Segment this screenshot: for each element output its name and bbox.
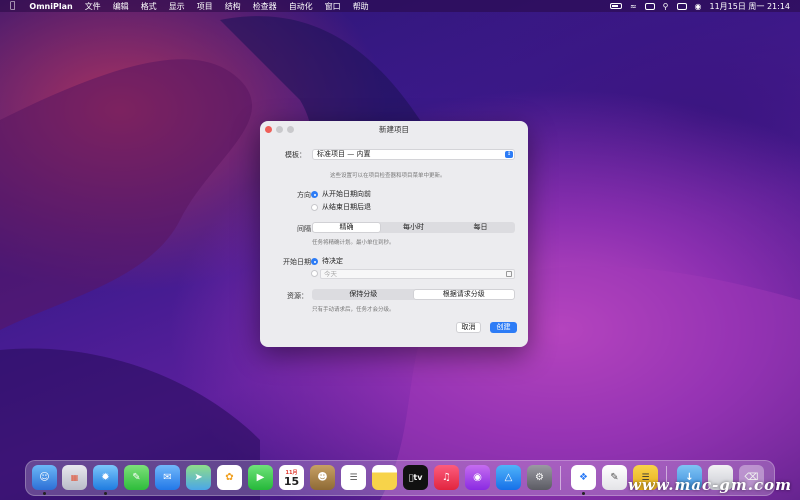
template-value: 标准项目 — 内置: [317, 150, 371, 158]
interval-daily-segment[interactable]: 每日: [447, 223, 514, 232]
close-button[interactable]: [265, 126, 272, 133]
template-label: 模板：: [285, 151, 306, 159]
radio-selected-icon: [311, 190, 318, 198]
running-indicator: [582, 492, 585, 495]
template-hint: 这些设置可以在项目检查器和项目菜单中更新。: [330, 173, 446, 179]
radio-selected-icon: [311, 257, 318, 265]
template-popup[interactable]: 标准项目 — 内置 ↕: [312, 149, 515, 160]
omniplan-icon[interactable]: ❖: [571, 465, 596, 490]
reminders-icon[interactable]: ☰: [341, 465, 366, 490]
mail-icon[interactable]: ✉: [155, 465, 180, 490]
menu-help[interactable]: 帮助: [353, 1, 369, 12]
interval-hourly-segment[interactable]: 每小时: [380, 223, 447, 232]
finder-icon[interactable]: ☺: [32, 465, 57, 490]
interval-hint: 任务将精确计划。最小单位到秒。: [312, 240, 395, 246]
resources-keep-leveled-segment[interactable]: 保持分级: [313, 290, 414, 299]
minimize-button[interactable]: [276, 126, 283, 133]
start-date-tbd-radio[interactable]: 待决定: [311, 256, 343, 266]
create-button[interactable]: 创建: [490, 322, 517, 333]
podcasts-icon[interactable]: ◉: [465, 465, 490, 490]
dialog-title: 新建项目: [379, 125, 409, 134]
new-project-dialog: 新建项目 模板： 标准项目 — 内置 ↕ 这些设置可以在项目检查器和项目菜单中更…: [260, 121, 528, 347]
menu-automation[interactable]: 自动化: [289, 1, 313, 12]
search-icon[interactable]: ⚲: [663, 2, 669, 11]
running-indicator: [104, 492, 107, 495]
dialog-titlebar: 新建项目: [260, 121, 528, 138]
launchpad-icon[interactable]: ▦: [62, 465, 87, 490]
direction-backward-radio[interactable]: 从结束日期后退: [311, 202, 371, 212]
resources-segmented-control: 保持分级 根据请求分级: [312, 289, 515, 300]
menu-app-name[interactable]: OmniPlan: [29, 2, 72, 11]
resources-hint: 只有手动请求后，任务才会分级。: [312, 307, 395, 313]
interval-label: 间隔：: [297, 225, 318, 233]
menu-view[interactable]: 显示: [169, 1, 185, 12]
textedit-icon[interactable]: ✎: [602, 465, 627, 490]
zoom-button[interactable]: [287, 126, 294, 133]
music-icon[interactable]: ♫: [434, 465, 459, 490]
menu-file[interactable]: 文件: [85, 1, 101, 12]
messages-icon[interactable]: ✎: [124, 465, 149, 490]
start-date-field[interactable]: 今天: [320, 269, 515, 279]
menu-format[interactable]: 格式: [141, 1, 157, 12]
radio-unselected-icon: [311, 203, 318, 211]
menu-bar:  OmniPlan 文件 编辑 格式 显示 项目 结构 检查器 自动化 窗口 …: [0, 0, 800, 12]
facetime-icon[interactable]: ▶: [248, 465, 273, 490]
calendar-day: 15: [283, 474, 300, 488]
menu-structure[interactable]: 结构: [225, 1, 241, 12]
chevron-updown-icon: ↕: [505, 151, 513, 158]
menu-clock[interactable]: 11月15日 周一 21:14: [710, 1, 791, 12]
control-center-icon[interactable]: [676, 2, 687, 10]
start-date-tbd-label: 待决定: [322, 257, 343, 265]
calendar-icon[interactable]: [506, 271, 512, 277]
app-store-icon[interactable]: △: [496, 465, 521, 490]
calendar-app-icon[interactable]: 11月 15: [279, 465, 304, 490]
interval-segmented-control: 精确 每小时 每日: [312, 222, 515, 233]
maps-icon[interactable]: ➤: [186, 465, 211, 490]
apple-tv-icon[interactable]: tv: [403, 465, 428, 490]
menu-edit[interactable]: 编辑: [113, 1, 129, 12]
resources-level-on-request-segment[interactable]: 根据请求分级: [413, 290, 514, 299]
siri-icon[interactable]: ◉: [695, 2, 702, 11]
menu-window[interactable]: 窗口: [325, 1, 341, 12]
interval-exact-segment[interactable]: 精确: [313, 223, 380, 232]
resources-label: 资源：: [287, 292, 308, 300]
contacts-icon[interactable]: ☻: [310, 465, 335, 490]
photos-icon[interactable]: ✿: [217, 465, 242, 490]
dock-separator: [560, 466, 561, 490]
battery-icon[interactable]: [609, 3, 622, 9]
tv-label: tv: [410, 473, 422, 482]
input-source-icon[interactable]: [644, 2, 655, 10]
menu-inspector[interactable]: 检查器: [253, 1, 277, 12]
cancel-button[interactable]: 取消: [456, 322, 481, 333]
safari-icon[interactable]: ✹: [93, 465, 118, 490]
running-indicator: [43, 492, 46, 495]
watermark: www.mac-gm.com: [628, 476, 792, 494]
apple-menu-icon[interactable]: : [10, 1, 15, 11]
direction-forward-label: 从开始日期向前: [322, 190, 371, 198]
wifi-icon[interactable]: ≈: [630, 2, 637, 11]
direction-forward-radio[interactable]: 从开始日期向前: [311, 189, 371, 199]
direction-backward-label: 从结束日期后退: [322, 203, 371, 211]
start-date-label: 开始日期：: [283, 258, 318, 266]
system-preferences-icon[interactable]: ⚙: [527, 465, 552, 490]
start-date-specific-radio[interactable]: [311, 270, 318, 277]
start-date-placeholder: 今天: [324, 270, 337, 278]
notes-icon[interactable]: [372, 465, 397, 490]
direction-label: 方向：: [297, 191, 318, 199]
menu-project[interactable]: 项目: [197, 1, 213, 12]
